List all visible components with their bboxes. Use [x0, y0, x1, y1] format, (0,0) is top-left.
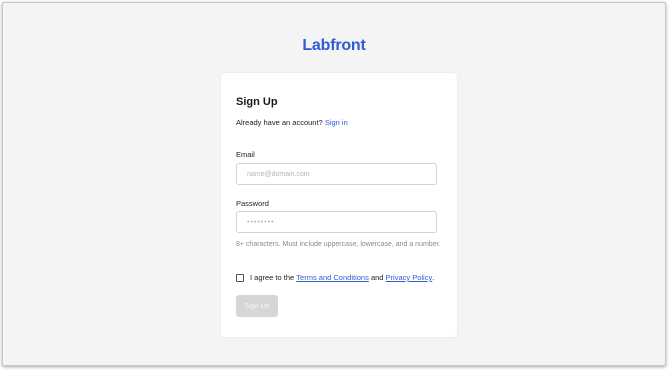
- terms-link[interactable]: Terms and Conditions: [296, 273, 369, 282]
- page-title: Sign Up: [236, 96, 278, 108]
- email-field[interactable]: name@domain.com: [236, 163, 437, 185]
- have-account-text: Already have an account?: [236, 118, 323, 127]
- signup-card: Sign Up Already have an account? Sign in…: [221, 73, 457, 337]
- privacy-policy-link[interactable]: Privacy Policy: [386, 273, 433, 282]
- agree-prefix-text: I agree to the: [250, 273, 295, 282]
- have-account-row: Already have an account? Sign in: [236, 118, 348, 127]
- password-hint: 8+ characters. Must include uppercase, l…: [236, 241, 441, 248]
- email-label: Email: [236, 150, 255, 159]
- terms-agreement-row: I agree to the Terms and Conditions and …: [236, 273, 434, 282]
- browser-viewport: Labfront Sign Up Already have an account…: [2, 2, 666, 366]
- agree-and-text: and: [370, 273, 384, 282]
- sign-up-button[interactable]: Sign Up: [236, 295, 278, 317]
- agree-suffix-text: .: [432, 273, 435, 282]
- password-field[interactable]: ••••••••: [236, 211, 437, 233]
- terms-checkbox[interactable]: [236, 273, 244, 282]
- password-label: Password: [236, 199, 269, 208]
- labfront-logo: Labfront: [302, 37, 366, 54]
- sign-in-link[interactable]: Sign in: [325, 118, 348, 127]
